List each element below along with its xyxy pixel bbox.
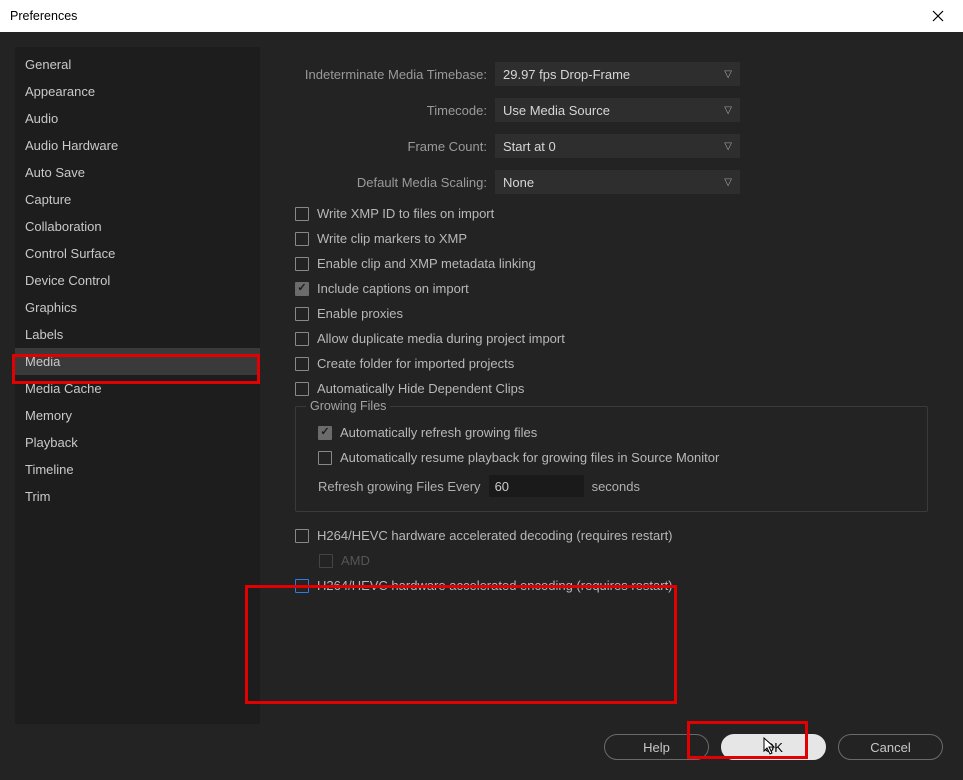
dropdown-scaling[interactable]: None ▽	[495, 170, 740, 194]
checkbox-icon	[295, 357, 309, 371]
refresh-label: Refresh growing Files Every	[318, 479, 481, 494]
ok-button[interactable]: OK	[721, 734, 826, 760]
sidebar-item-collaboration[interactable]: Collaboration	[15, 213, 260, 240]
help-button[interactable]: Help	[604, 734, 709, 760]
footer-buttons: Help OK Cancel	[0, 724, 963, 780]
sidebar-item-media[interactable]: Media	[15, 348, 260, 375]
refresh-unit: seconds	[592, 479, 640, 494]
checkbox-icon	[319, 554, 333, 568]
cancel-button[interactable]: Cancel	[838, 734, 943, 760]
sidebar-item-graphics[interactable]: Graphics	[15, 294, 260, 321]
sidebar-item-labels[interactable]: Labels	[15, 321, 260, 348]
category-sidebar: General Appearance Audio Audio Hardware …	[15, 47, 260, 724]
checkbox-icon	[295, 579, 309, 593]
sidebar-item-appearance[interactable]: Appearance	[15, 78, 260, 105]
checkbox-icon	[295, 307, 309, 321]
sidebar-item-audio-hardware[interactable]: Audio Hardware	[15, 132, 260, 159]
sidebar-item-device-control[interactable]: Device Control	[15, 267, 260, 294]
label-scaling: Default Media Scaling:	[295, 175, 495, 190]
close-icon	[932, 10, 944, 22]
highlight-hw-accel	[245, 585, 677, 704]
titlebar: Preferences	[0, 0, 963, 32]
check-auto-refresh-growing[interactable]: Automatically refresh growing files	[318, 425, 913, 440]
window-title: Preferences	[10, 9, 923, 23]
check-amd: AMD	[319, 553, 928, 568]
checkbox-icon	[295, 282, 309, 296]
checkbox-icon	[295, 232, 309, 246]
check-xmp-id[interactable]: Write XMP ID to files on import	[295, 206, 928, 221]
chevron-down-icon: ▽	[724, 105, 732, 116]
checkbox-icon	[295, 332, 309, 346]
checkbox-icon	[295, 257, 309, 271]
check-captions[interactable]: Include captions on import	[295, 281, 928, 296]
check-metadata-link[interactable]: Enable clip and XMP metadata linking	[295, 256, 928, 271]
growing-legend: Growing Files	[306, 399, 390, 413]
check-dup-media[interactable]: Allow duplicate media during project imp…	[295, 331, 928, 346]
sidebar-item-media-cache[interactable]: Media Cache	[15, 375, 260, 402]
sidebar-item-audio[interactable]: Audio	[15, 105, 260, 132]
check-auto-resume-growing[interactable]: Automatically resume playback for growin…	[318, 450, 913, 465]
sidebar-item-trim[interactable]: Trim	[15, 483, 260, 510]
row-scaling: Default Media Scaling: None ▽	[295, 170, 928, 194]
growing-files-group: Growing Files Automatically refresh grow…	[295, 406, 928, 512]
dropdown-timecode[interactable]: Use Media Source ▽	[495, 98, 740, 122]
sidebar-item-general[interactable]: General	[15, 51, 260, 78]
content-panel: Indeterminate Media Timebase: 29.97 fps …	[260, 47, 948, 724]
dropdown-timebase[interactable]: 29.97 fps Drop-Frame ▽	[495, 62, 740, 86]
row-timebase: Indeterminate Media Timebase: 29.97 fps …	[295, 62, 928, 86]
chevron-down-icon: ▽	[724, 141, 732, 152]
sidebar-item-timeline[interactable]: Timeline	[15, 456, 260, 483]
check-hide-dep[interactable]: Automatically Hide Dependent Clips	[295, 381, 928, 396]
check-create-folder[interactable]: Create folder for imported projects	[295, 356, 928, 371]
checkbox-icon	[295, 382, 309, 396]
sidebar-item-capture[interactable]: Capture	[15, 186, 260, 213]
sidebar-item-memory[interactable]: Memory	[15, 402, 260, 429]
sidebar-item-playback[interactable]: Playback	[15, 429, 260, 456]
check-hw-encode[interactable]: H264/HEVC hardware accelerated encoding …	[295, 578, 928, 593]
label-framecount: Frame Count:	[295, 139, 495, 154]
close-button[interactable]	[923, 1, 953, 31]
label-timebase: Indeterminate Media Timebase:	[295, 67, 495, 82]
check-proxies[interactable]: Enable proxies	[295, 306, 928, 321]
chevron-down-icon: ▽	[724, 177, 732, 188]
checkbox-icon	[295, 207, 309, 221]
checkbox-icon	[295, 529, 309, 543]
refresh-interval-row: Refresh growing Files Every 60 seconds	[318, 475, 913, 497]
checkbox-icon	[318, 426, 332, 440]
checkbox-icon	[318, 451, 332, 465]
label-timecode: Timecode:	[295, 103, 495, 118]
row-timecode: Timecode: Use Media Source ▽	[295, 98, 928, 122]
chevron-down-icon: ▽	[724, 69, 732, 80]
check-clip-markers[interactable]: Write clip markers to XMP	[295, 231, 928, 246]
row-framecount: Frame Count: Start at 0 ▽	[295, 134, 928, 158]
refresh-input[interactable]: 60	[489, 475, 584, 497]
check-hw-decode[interactable]: H264/HEVC hardware accelerated decoding …	[295, 528, 928, 543]
sidebar-item-auto-save[interactable]: Auto Save	[15, 159, 260, 186]
dropdown-framecount[interactable]: Start at 0 ▽	[495, 134, 740, 158]
sidebar-item-control-surface[interactable]: Control Surface	[15, 240, 260, 267]
